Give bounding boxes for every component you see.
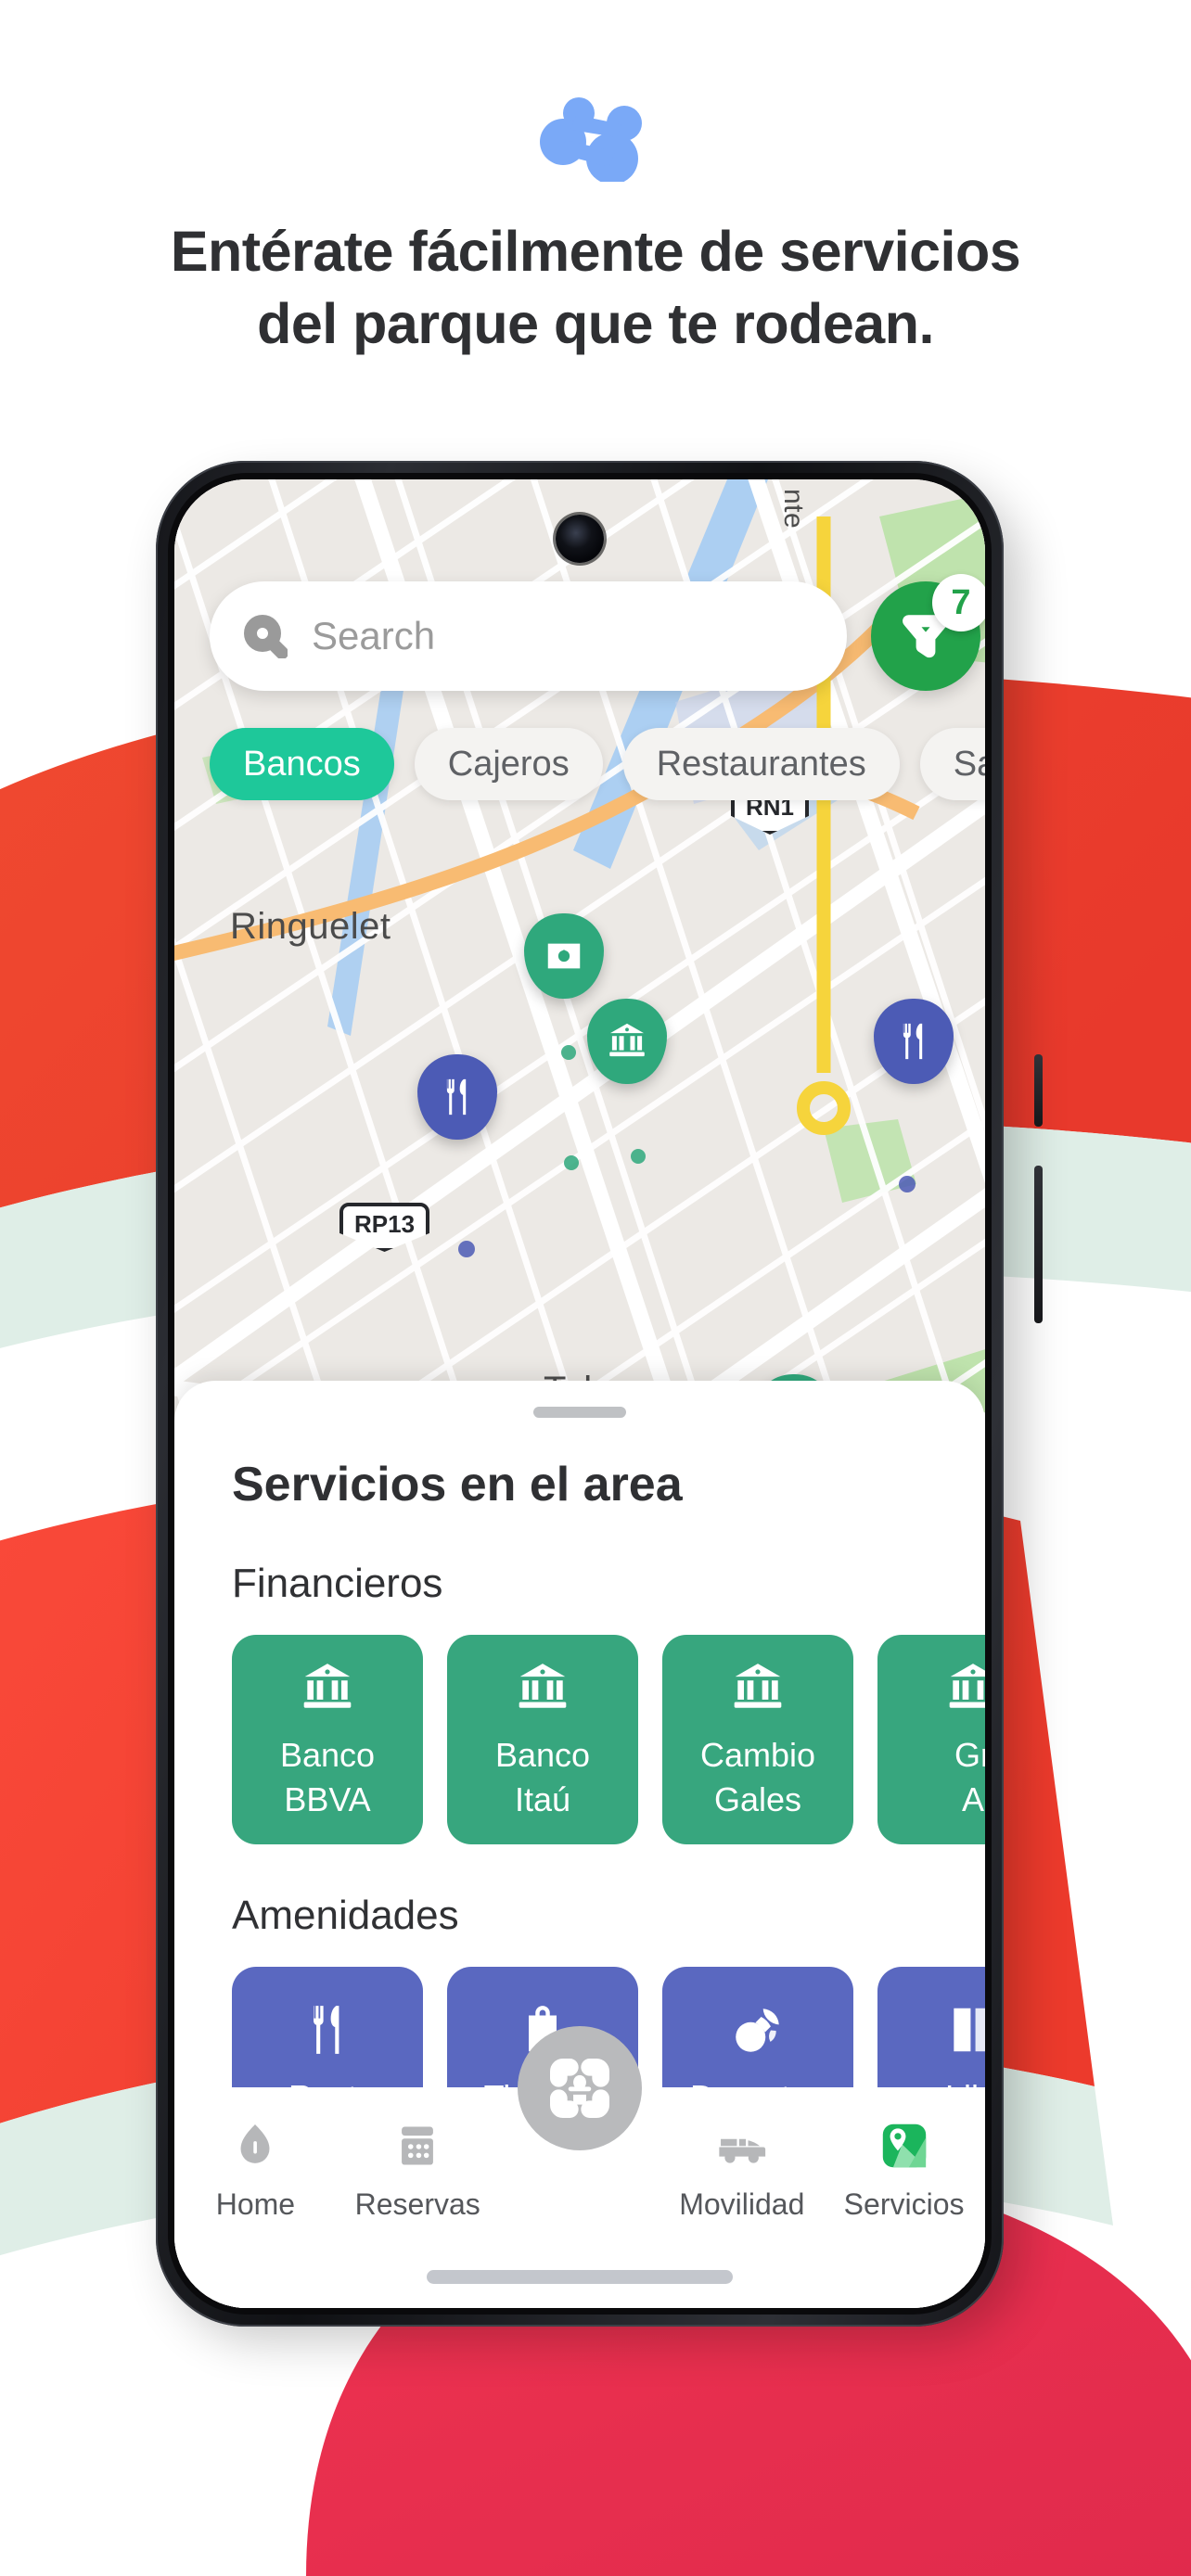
card-label-line1: Banco [279,1736,376,1775]
headline-line-1: Entérate fácilmente de servicios [170,220,1021,283]
nav-item-home[interactable]: Home [174,2119,337,2222]
nav-item-movilidad[interactable]: Movilidad [660,2119,823,2222]
financial-card-row[interactable]: Banco BBVA Banco Itaú Cambio Gales G A [174,1607,985,1844]
molecule-network-logo-icon [540,97,642,182]
filter-chips: Bancos Cajeros Restaurantes Sa [174,728,985,800]
filter-button[interactable]: 7 [871,574,985,691]
phone-mockup: Ringuelet Tol nte Dia RN1 RP13 [156,461,1043,2353]
map-label-nte: nte [778,489,809,529]
search-bar[interactable] [210,581,847,691]
phone-screen: Ringuelet Tol nte Dia RN1 RP13 [174,479,985,2308]
card-label-line1: Banco [494,1736,591,1775]
bottom-navigation: Home Reservas Movilidad Servicios [174,2026,985,2308]
card-label-line2: A [961,1780,984,1818]
volume-button[interactable] [1034,1166,1043,1323]
search-icon [244,615,288,658]
nav-item-reservas[interactable]: Reservas [337,2119,499,2222]
headline-line-2: del parque que te rodean. [257,292,934,356]
fork-knife-icon [314,2006,339,2054]
home-indicator [427,2270,733,2284]
scan-fab-button[interactable] [518,2026,642,2150]
search-row: 7 [174,574,985,691]
filter-badge-count: 7 [932,574,985,631]
book-icon [954,2008,985,2052]
app-logo [0,96,1191,182]
sheet-drag-handle[interactable] [533,1407,626,1418]
map-pin-icon [882,2123,926,2168]
nav-label-servicios: Servicios [843,2187,965,2221]
money-bill-icon [547,943,581,969]
nav-label-reservas: Reservas [354,2187,480,2221]
power-button[interactable] [1034,1054,1043,1127]
nav-item-servicios[interactable]: Servicios [823,2119,985,2222]
service-card-partial[interactable]: Gr A [877,1635,985,1844]
card-label-line2: Gales [713,1780,802,1818]
calendar-building-icon [402,2126,434,2165]
card-label-line2: Itaú [514,1780,571,1818]
search-input[interactable] [312,614,813,658]
service-card-cambio-gales[interactable]: Cambio Gales [662,1635,853,1844]
bank-icon [734,1664,782,1708]
bank-icon [609,1023,645,1057]
bank-icon [303,1664,352,1708]
fork-knife-icon [446,1078,467,1116]
section-title-financieros: Financieros [232,1561,443,1606]
bank-icon [949,1664,985,1708]
page-title: Entérate fácilmente de servicios del par… [0,215,1191,360]
map-label-ringuelet: Ringuelet [230,906,391,947]
header: Entérate fácilmente de servicios del par… [0,0,1191,360]
chip-bancos[interactable]: Bancos [210,728,394,800]
chip-cajeros[interactable]: Cajeros [414,728,603,800]
card-label-line1: Gr [954,1736,985,1775]
sheet-title: Servicios en el area [232,1458,683,1511]
sports-ball-icon [736,2009,779,2052]
front-camera [556,515,604,563]
chip-restaurantes[interactable]: Restaurantes [622,728,900,800]
bank-icon [519,1664,567,1708]
scan-qr-icon [550,2059,609,2118]
card-label-line1: Cambio [699,1736,816,1775]
van-icon [719,2138,765,2163]
chip-salud[interactable]: Sa [919,728,985,800]
phone-frame: Ringuelet Tol nte Dia RN1 RP13 [156,461,1004,2327]
nav-label-home: Home [215,2187,296,2221]
phone-bezel: Ringuelet Tol nte Dia RN1 RP13 [168,473,992,2315]
home-icon [240,2124,270,2163]
service-card-banco-itau[interactable]: Banco Itaú [447,1635,638,1844]
nav-label-movilidad: Movilidad [679,2187,805,2221]
card-label-line2: BBVA [284,1780,371,1818]
section-title-amenidades: Amenidades [232,1893,459,1938]
fork-knife-icon [903,1023,923,1060]
service-card-banco-bbva[interactable]: Banco BBVA [232,1635,423,1844]
